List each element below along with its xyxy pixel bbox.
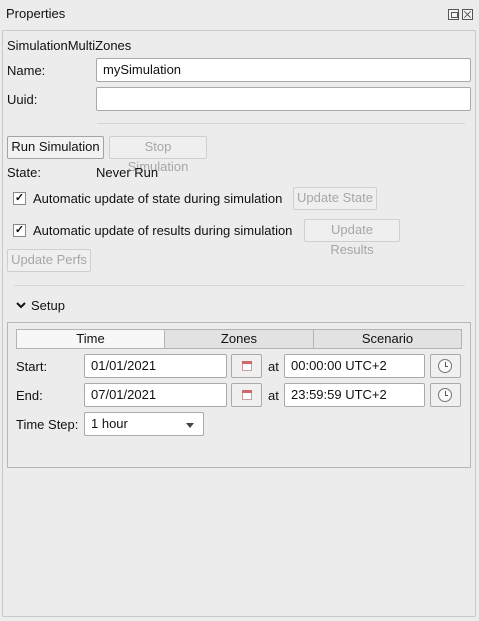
clock-icon <box>438 359 452 373</box>
start-date-field[interactable]: 01/01/2021 <box>84 354 227 378</box>
auto-state-checkbox[interactable]: ✓ <box>13 192 26 205</box>
tab-time[interactable]: Time <box>16 329 165 349</box>
end-date-picker-button[interactable] <box>231 383 262 407</box>
dropdown-arrow-icon <box>186 423 194 428</box>
tab-scenario[interactable]: Scenario <box>313 329 462 349</box>
start-time-picker-button[interactable] <box>430 354 461 378</box>
run-simulation-button[interactable]: Run Simulation <box>7 136 104 159</box>
setup-section-header[interactable]: Setup <box>31 298 65 313</box>
start-at-label: at <box>268 359 279 374</box>
uuid-field[interactable] <box>96 87 471 111</box>
end-time-picker-button[interactable] <box>430 383 461 407</box>
uuid-label: Uuid: <box>7 92 38 107</box>
auto-results-label: Automatic update of results during simul… <box>33 223 293 238</box>
update-perfs-button[interactable]: Update Perfs <box>7 249 91 272</box>
start-time-field[interactable]: 00:00:00 UTC+2 <box>284 354 425 378</box>
state-value: Never Run <box>96 165 159 180</box>
close-icon[interactable] <box>462 9 473 20</box>
auto-results-checkbox[interactable]: ✓ <box>13 224 26 237</box>
end-date-field[interactable]: 07/01/2021 <box>84 383 227 407</box>
calendar-icon <box>242 390 252 400</box>
object-type-label: SimulationMultiZones <box>7 38 132 53</box>
update-results-button[interactable]: Update Results <box>304 219 400 257</box>
panel-title: Properties <box>6 6 66 21</box>
clock-icon <box>438 388 452 402</box>
start-label: Start: <box>16 359 48 374</box>
start-date-picker-button[interactable] <box>231 354 262 378</box>
timestep-value: 1 hour <box>91 416 128 431</box>
dock-title-bar: Properties <box>0 0 479 28</box>
name-field[interactable]: mySimulation <box>96 58 471 82</box>
chevron-down-icon[interactable] <box>16 300 26 310</box>
stop-simulation-button[interactable]: Stop Simulation <box>109 136 207 174</box>
timestep-label: Time Step: <box>16 417 79 432</box>
update-state-button[interactable]: Update State <box>293 187 377 210</box>
tab-zones[interactable]: Zones <box>164 329 314 349</box>
name-label: Name: <box>7 63 46 78</box>
end-label: End: <box>16 388 43 403</box>
separator <box>14 285 465 286</box>
state-label: State: <box>7 165 41 180</box>
float-icon[interactable] <box>448 9 459 20</box>
calendar-icon <box>242 361 252 371</box>
end-time-field[interactable]: 23:59:59 UTC+2 <box>284 383 425 407</box>
separator <box>97 123 465 124</box>
auto-state-label: Automatic update of state during simulat… <box>33 191 283 206</box>
end-at-label: at <box>268 388 279 403</box>
timestep-select[interactable]: 1 hour <box>84 412 204 436</box>
